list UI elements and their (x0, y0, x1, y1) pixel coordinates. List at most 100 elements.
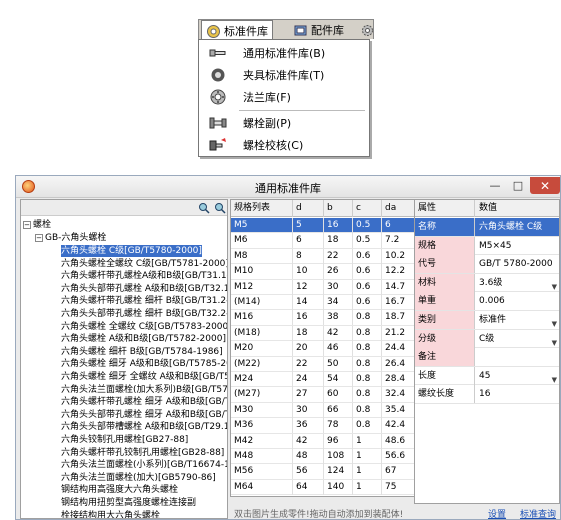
tree-item[interactable]: 六角头螺杆带孔螺栓A级和B级[GB/T31.1-88] (61, 270, 227, 282)
collapse-icon[interactable]: − (35, 233, 43, 242)
table-row[interactable]: M64 64 140 1 75 (231, 479, 417, 496)
property-value[interactable]: 0.006 (475, 292, 559, 310)
menu-item-bolt-check[interactable]: 螺栓校核(C) (199, 135, 369, 155)
table-row[interactable]: M8 8 22 0.6 10.2 (231, 248, 417, 265)
table-row[interactable]: M56 56 124 1 67 (231, 464, 417, 480)
tree-item[interactable]: 六角头螺栓 C级[GB/T5780-2000] (61, 245, 202, 257)
settings-link[interactable]: 设置 (488, 507, 506, 520)
menu-tools[interactable] (356, 20, 379, 40)
column-header[interactable]: 规格列表 (231, 200, 293, 217)
table-cell: 28.4 (382, 372, 417, 387)
table-row[interactable]: (M14) 14 34 0.6 16.7 (231, 295, 417, 311)
property-row[interactable]: 单重 0.006 (415, 292, 559, 311)
tree-item[interactable]: 栓接结构用大六角头螺栓 (61, 510, 160, 518)
tree-item[interactable]: 六角头螺杆带孔螺栓 细杆 B级[GB/T31.2-88] (61, 295, 227, 307)
property-value-text: 45 (479, 370, 491, 381)
tree-item-label: 六角头头部带孔螺栓 A级和B级[GB/T32.1-88] (61, 283, 227, 294)
table-cell: M5 (231, 218, 293, 233)
property-row[interactable]: 代号 GB/T 5780-2000 (415, 255, 559, 274)
menu-standard-parts[interactable]: 标准件库 (201, 20, 273, 41)
menu-item-flange-library[interactable]: 法兰库(F) (199, 87, 369, 107)
tree-item[interactable]: 六角头头部带孔螺栓 A级和B级[GB/T32.1-88] (61, 283, 227, 295)
tree-item[interactable]: 六角头头部带孔螺栓 细牙 A级和B级[GB/T32.3-88] (61, 409, 227, 421)
tree-item[interactable]: 六角头螺栓全螺纹 C级[GB/T5781-2000] (61, 258, 227, 270)
property-row[interactable]: 规格 M5×45 (415, 236, 559, 256)
category-tree[interactable]: − 螺栓 − GB-六角头螺栓 六角头螺栓 C级[GB/T5780-2000] 六角头… (21, 217, 227, 518)
tree-item[interactable]: 六角头法兰面螺栓(加大系列)B级[GB/T5789-86] (61, 384, 227, 396)
menu-item-bolt-pair[interactable]: 螺栓副(P) (199, 113, 369, 133)
property-value[interactable]: 六角头螺栓 C级 (475, 218, 559, 236)
standard-query-link[interactable]: 标准查询 (520, 507, 556, 520)
tree-item[interactable]: 钢结构用扭剪型高强度螺栓连接副 (61, 497, 196, 509)
property-select[interactable]: C级 ▼ (475, 330, 559, 348)
property-row[interactable]: 分级 C级 ▼ (415, 329, 559, 349)
column-header[interactable]: d (293, 200, 324, 217)
menu-item-label: 螺栓校核(C) (243, 139, 304, 152)
tree-group[interactable]: − GB-六角头螺栓 (35, 232, 106, 244)
table-row[interactable]: M6 6 18 0.5 7.2 (231, 233, 417, 249)
property-value[interactable] (475, 348, 559, 366)
minimize-button[interactable]: — (484, 177, 506, 194)
table-cell: 56 (293, 464, 324, 480)
maximize-button[interactable]: □ (507, 177, 529, 194)
property-select[interactable]: 45 ▼ (475, 367, 559, 385)
table-cell: 10 (293, 264, 324, 280)
table-row[interactable]: M16 16 38 0.8 18.7 (231, 310, 417, 326)
tree-item[interactable]: 六角头法兰面螺栓(小系列)[GB/T16674-1996] (61, 459, 227, 471)
column-header[interactable]: c (353, 200, 382, 217)
property-row[interactable]: 螺纹长度 16 (415, 385, 559, 404)
menu-accessory-parts[interactable]: 配件库 (289, 20, 348, 40)
property-row[interactable]: 长度 45 ▼ (415, 366, 559, 386)
property-panel: 属性 数值 名称 六角头螺栓 C级 规格 M5×45 代号 GB/T 5780-2000 材… (414, 199, 560, 504)
tree-item[interactable]: 六角头螺杆带孔螺栓 细牙 A级和B级[GB/T31.3-88] (61, 396, 227, 408)
tree-item[interactable]: 六角头螺栓 细牙 全螺纹 A级和B级[GB/T5786-2000] (61, 371, 227, 383)
column-header[interactable]: b (324, 200, 353, 217)
tree-item[interactable]: 六角头头部带槽螺栓 A级和B级[GB/T29.1-88] (61, 421, 227, 433)
table-row[interactable]: M42 42 96 1 48.6 (231, 433, 417, 449)
tree-item[interactable]: 六角头头部带孔螺栓 细杆 B级[GB/T32.2-88] (61, 308, 227, 320)
menu-item-general-library[interactable]: 通用标准件库(B) (199, 43, 369, 63)
table-row[interactable]: (M27) 27 60 0.8 32.4 (231, 387, 417, 403)
tree-item[interactable]: 六角头螺栓 细杆 B级[GB/T5784-1986] (61, 346, 223, 358)
property-row[interactable]: 备注 (415, 348, 559, 367)
table-cell: M16 (231, 310, 293, 326)
property-value[interactable]: 16 (475, 385, 559, 403)
property-select[interactable]: 标准件 ▼ (475, 311, 559, 329)
tree-item[interactable]: 六角头螺栓 A级和B级[GB/T5782-2000] (61, 333, 226, 345)
column-header[interactable]: da (382, 200, 417, 217)
table-row[interactable]: M10 10 26 0.6 12.2 (231, 264, 417, 280)
table-row[interactable]: M36 36 78 0.8 42.4 (231, 418, 417, 434)
property-select[interactable]: 3.6级 ▼ (475, 274, 559, 292)
property-row[interactable]: 名称 六角头螺栓 C级 (415, 218, 559, 237)
table-cell: 7.2 (382, 233, 417, 249)
property-row[interactable]: 材料 3.6级 ▼ (415, 273, 559, 293)
table-row[interactable]: M20 20 46 0.8 24.4 (231, 341, 417, 357)
table-cell: M42 (231, 433, 293, 449)
tree-root[interactable]: − 螺栓 (23, 219, 51, 231)
close-button[interactable]: ✕ (530, 177, 560, 194)
table-row[interactable]: M30 30 66 0.8 35.4 (231, 402, 417, 419)
table-row[interactable]: M5 5 16 0.5 6 (231, 218, 417, 234)
tree-item[interactable]: 六角头法兰面螺栓(加大)[GB5790-86] (61, 472, 216, 484)
menu-item-fixture-library[interactable]: 夹具标准件库(T) (199, 65, 369, 85)
table-row[interactable]: M12 12 30 0.6 14.7 (231, 279, 417, 295)
tree-item-label: 六角头螺栓 A级和B级[GB/T5782-2000] (61, 334, 226, 345)
property-value-text: 标准件 (479, 315, 507, 325)
tree-item[interactable]: 钢结构用高强度大六角头螺栓 (61, 484, 178, 496)
tree-item[interactable]: 六角头螺栓 细牙 A级和B级[GB/T5785-2000] (61, 358, 227, 370)
menu-item-label: 螺栓副(P) (243, 117, 292, 130)
search-next-button[interactable] (213, 201, 227, 215)
property-value[interactable]: GB/T 5780-2000 (475, 255, 559, 273)
property-row[interactable]: 类别 标准件 ▼ (415, 311, 559, 330)
table-row[interactable]: (M18) 18 42 0.8 21.2 (231, 325, 417, 342)
property-value[interactable]: M5×45 (475, 237, 559, 255)
collapse-icon[interactable]: − (23, 220, 31, 229)
tree-item[interactable]: 六角头螺栓 全螺纹 C级[GB/T5783-2000] (61, 321, 227, 333)
tree-item[interactable]: 六角头铰制孔用螺栓[GB27-88] (61, 434, 188, 446)
table-row[interactable]: (M22) 22 50 0.8 26.4 (231, 356, 417, 372)
table-cell: 0.8 (353, 325, 382, 341)
tree-item[interactable]: 六角头螺杆带孔铰制孔用螺栓[GB28-88] (61, 447, 224, 459)
search-button[interactable] (197, 201, 211, 215)
table-row[interactable]: M48 48 108 1 56.6 (231, 449, 417, 465)
table-row[interactable]: M24 24 54 0.8 28.4 (231, 372, 417, 388)
